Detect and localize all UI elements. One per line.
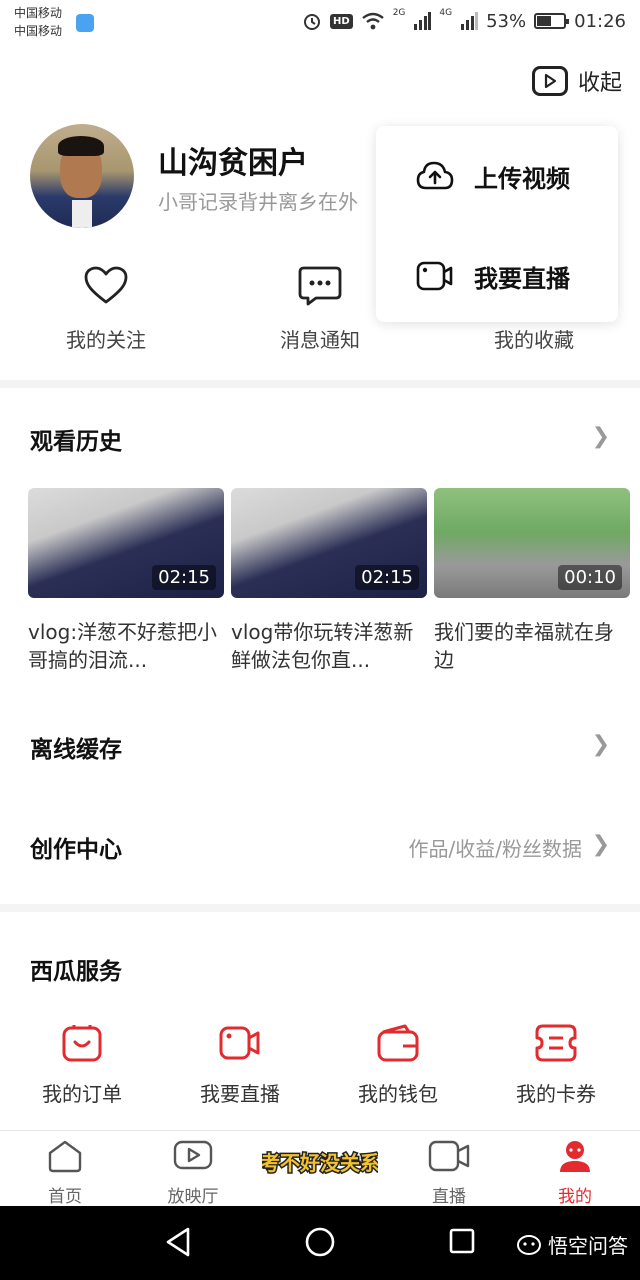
carrier-2: 中国移动: [14, 24, 63, 38]
history-chevron-icon[interactable]: ❯: [592, 424, 610, 449]
profile-icon: [560, 1141, 590, 1172]
video-duration: 00:10: [558, 565, 622, 590]
cloud-upload-icon: [416, 161, 454, 190]
section-divider: [0, 904, 640, 912]
video-duration: 02:15: [355, 565, 419, 590]
history-thumbnail[interactable]: 02:15: [231, 488, 427, 598]
avatar-hair: [58, 136, 104, 156]
wukong-logo-icon: [517, 1234, 541, 1255]
live-camera-icon: [416, 261, 453, 291]
status-bar: 中国移动 中国移动 HD 2G 4G 53% 01:26: [0, 0, 640, 44]
battery-percent: 53%: [486, 10, 527, 32]
battery-fill: [537, 16, 551, 26]
user-bio: 小哥记录背井离乡在外: [158, 190, 358, 214]
watermark: 悟空问答: [516, 1230, 628, 1259]
service-label: 我的卡券: [516, 1082, 596, 1106]
battery-icon: [534, 13, 570, 29]
username[interactable]: 山沟贫困户: [158, 138, 308, 182]
tab-theater[interactable]: 放映厅: [138, 1139, 248, 1207]
camera-icon: [428, 1140, 470, 1172]
offline-chevron-icon[interactable]: ❯: [592, 732, 610, 757]
quick-action-label: 我的收藏: [494, 328, 574, 352]
service-live[interactable]: 我要直播: [170, 1024, 310, 1107]
clock: 01:26: [574, 10, 626, 32]
service-coupons[interactable]: 我的卡券: [486, 1024, 626, 1107]
history-video-title[interactable]: vlog带你玩转洋葱新鲜做法包你直...: [231, 618, 429, 674]
signal-icon-2: [461, 12, 479, 30]
creator-subtitle[interactable]: 作品/收益/粉丝数据: [409, 833, 582, 862]
recents-icon[interactable]: [448, 1226, 476, 1258]
history-video-title[interactable]: 我们要的幸福就在身边: [434, 618, 632, 674]
tab-live[interactable]: 直播: [394, 1139, 504, 1207]
hd-badge: HD: [330, 13, 353, 29]
history-video-title[interactable]: vlog:洋葱不好惹把小哥搞的泪流...: [28, 618, 226, 674]
tab-label: 首页: [48, 1187, 82, 1207]
live-camera-icon: [219, 1026, 260, 1060]
quick-action-label: 我的关注: [66, 328, 146, 352]
alarm-icon: [304, 14, 321, 30]
history-title[interactable]: 观看历史: [30, 422, 122, 456]
service-label: 我要直播: [200, 1082, 280, 1106]
create-popup-menu: 上传视频 我要直播: [376, 126, 618, 322]
tab-home[interactable]: 首页: [10, 1139, 120, 1207]
tab-label: 放映厅: [167, 1187, 219, 1207]
app-badge-icon: [76, 14, 94, 32]
status-indicators: HD 2G 4G 53% 01:26: [302, 8, 626, 34]
wifi-icon: [361, 12, 384, 30]
network-type-2: 4G: [439, 8, 453, 18]
offline-cache-row[interactable]: 离线缓存: [30, 730, 122, 764]
home-icon: [48, 1140, 82, 1173]
back-icon[interactable]: [164, 1226, 192, 1258]
carrier-1: 中国移动: [14, 6, 63, 20]
quick-action-label: 消息通知: [280, 328, 360, 352]
promo-badge[interactable]: 考不好没关系: [259, 1124, 382, 1198]
video-play-icon: [531, 66, 568, 96]
service-wallet[interactable]: 我的钱包: [328, 1024, 468, 1107]
go-live-item[interactable]: 我要直播: [416, 256, 570, 296]
creator-center-row[interactable]: 创作中心: [30, 830, 122, 864]
watermark-text: 悟空问答: [548, 1234, 628, 1258]
collapse-label: 收起: [577, 71, 622, 96]
coupon-icon: [535, 1024, 577, 1062]
service-label: 我的订单: [42, 1082, 122, 1106]
tab-profile[interactable]: 我的: [520, 1139, 630, 1207]
system-nav-bar: 悟空问答: [0, 1206, 640, 1280]
go-live-label: 我要直播: [474, 264, 570, 293]
avatar[interactable]: [30, 124, 134, 228]
upload-video-label: 上传视频: [474, 164, 570, 193]
promo-text: 考不好没关系: [262, 1151, 378, 1175]
tab-label: 我的: [558, 1187, 592, 1207]
promo-badge-art: 考不好没关系: [259, 1150, 382, 1177]
upload-video-item[interactable]: 上传视频: [416, 156, 570, 196]
order-icon: [62, 1025, 102, 1062]
creator-chevron-icon[interactable]: ❯: [592, 832, 610, 857]
history-thumbnail[interactable]: 00:10: [434, 488, 630, 598]
home-circle-icon[interactable]: [304, 1226, 336, 1258]
service-orders[interactable]: 我的订单: [12, 1024, 152, 1107]
services-title: 西瓜服务: [30, 959, 122, 985]
network-type-1: 2G: [392, 8, 406, 18]
quick-action-follow[interactable]: 我的关注: [26, 266, 186, 353]
avatar-shirt: [72, 200, 92, 228]
theater-icon: [173, 1140, 213, 1170]
message-icon: [298, 266, 342, 306]
collapse-button[interactable]: 收起: [531, 62, 622, 100]
wallet-icon: [377, 1024, 419, 1062]
section-divider: [0, 380, 640, 388]
video-duration: 02:15: [152, 565, 216, 590]
heart-icon: [84, 266, 128, 304]
carrier-info: 中国移动 中国移动: [14, 4, 62, 40]
service-label: 我的钱包: [358, 1082, 438, 1106]
history-thumbnail[interactable]: 02:15: [28, 488, 224, 598]
signal-icon: [414, 12, 432, 30]
tab-label: 直播: [432, 1187, 466, 1207]
